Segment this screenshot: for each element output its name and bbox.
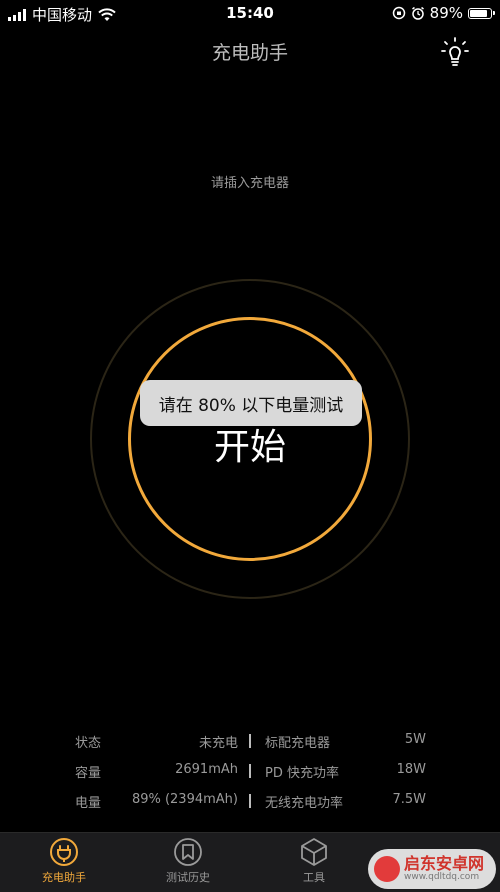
stat-label: 状态 — [75, 736, 102, 751]
watermark-title: 启东安卓网 — [404, 854, 485, 874]
stat-label: 无线充电功率 — [265, 796, 344, 811]
stats-row: 状态 未充电 标配充电器 5W — [0, 728, 500, 758]
tab-label: 工具 — [303, 871, 325, 884]
battery-percent: 89% — [429, 4, 463, 22]
battery-icon — [468, 7, 495, 19]
lightbulb-icon[interactable] — [440, 36, 470, 68]
stat-label: 电量 — [75, 796, 102, 811]
orientation-lock-icon — [392, 6, 405, 20]
stat-value: 7.5W — [392, 792, 426, 807]
stat-label: 标配充电器 — [265, 736, 331, 751]
plug-in-hint: 请插入充电器 — [210, 176, 289, 191]
history-icon — [174, 838, 202, 866]
watermark-url: www.qdltdq.com — [404, 871, 480, 882]
watermark-logo-icon — [374, 856, 400, 882]
stats-row: 电量 89% (2394mAh) 无线充电功率 7.5W — [0, 788, 500, 818]
tab-charge-assistant[interactable]: 充电助手 — [14, 837, 114, 885]
stat-divider — [249, 764, 251, 778]
page-title: 充电助手 — [211, 42, 288, 64]
watermark-badge: 启东安卓网 www.qdltdq.com — [368, 849, 496, 889]
stat-value: 18W — [396, 762, 426, 777]
tab-tools[interactable]: 工具 — [264, 837, 364, 885]
tab-test-history[interactable]: 测试历史 — [138, 837, 238, 885]
stat-value: 未充电 — [198, 736, 238, 751]
stat-label: 容量 — [75, 766, 102, 781]
tab-label: 充电助手 — [42, 871, 86, 884]
stats-row: 容量 2691mAh PD 快充功率 18W — [0, 758, 500, 788]
status-bar: 中国移动 15:40 89% — [0, 0, 500, 26]
tab-label: 测试历史 — [166, 871, 210, 884]
stat-value: 89% (2394mAh) — [131, 792, 238, 807]
status-right: 89% — [392, 4, 495, 22]
charger-plug-icon — [50, 838, 78, 866]
stat-value: 2691mAh — [175, 762, 238, 777]
toast-message: 请在 80% 以下电量测试 — [140, 380, 362, 426]
tools-box-icon — [301, 838, 327, 866]
alarm-icon — [411, 6, 424, 20]
stats-panel: 状态 未充电 标配充电器 5W 容量 2691mAh PD 快充功率 18W 电量 89% (23… — [0, 728, 500, 818]
stat-divider — [249, 734, 251, 748]
stat-divider — [249, 794, 251, 808]
stat-value: 5W — [404, 732, 426, 747]
stat-label: PD 快充功率 — [265, 766, 339, 781]
